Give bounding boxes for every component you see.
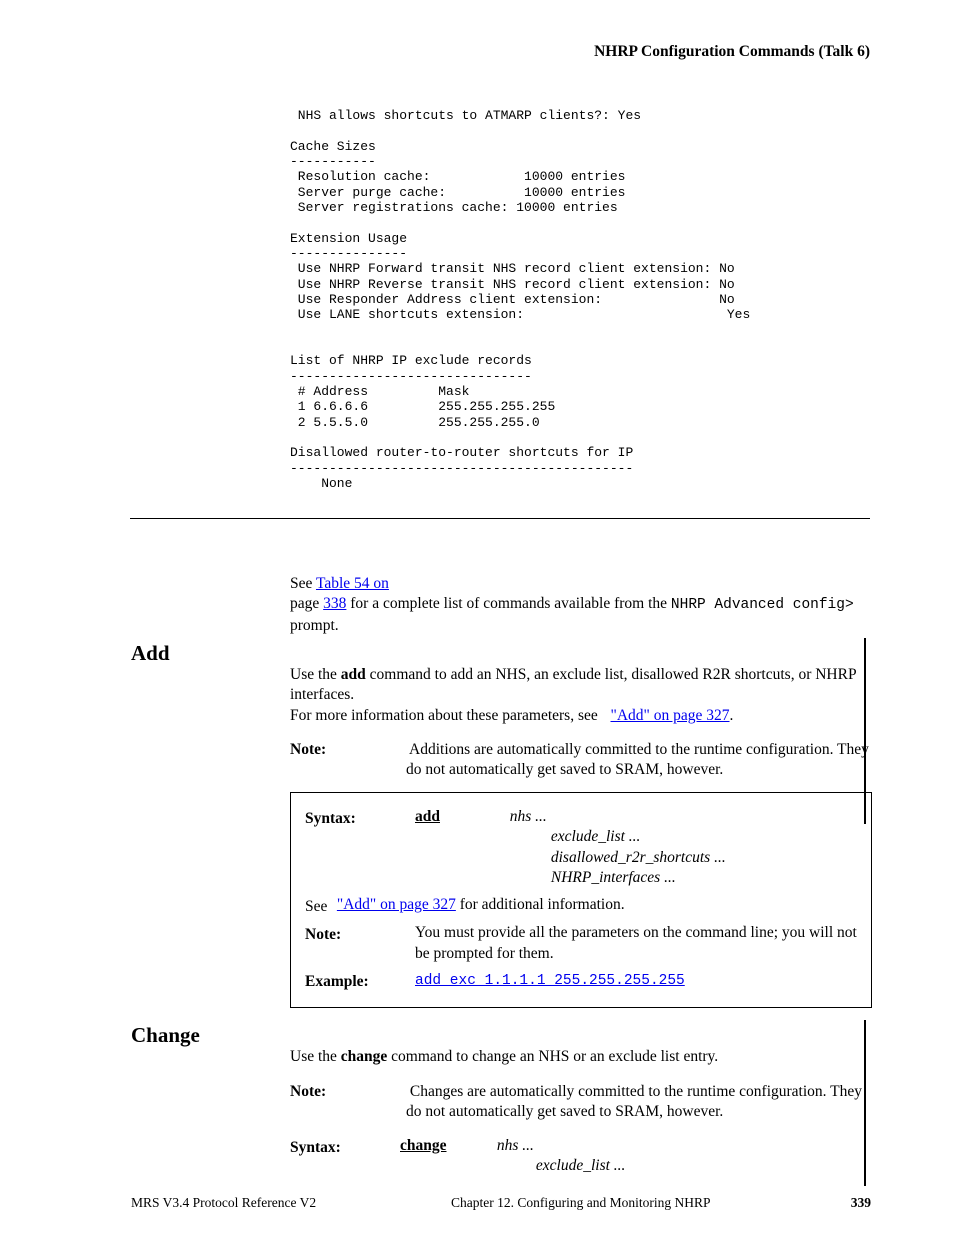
syntax-box-add: Syntax: add nhs ... exclude_list ... dis… <box>290 792 872 1008</box>
opt-interfaces: NHRP_interfaces ... <box>551 869 676 886</box>
opt-r2r: disallowed_r2r_shortcuts ... <box>551 849 726 866</box>
text: See <box>290 575 316 592</box>
note-label: Note: <box>290 741 326 758</box>
syntax-line-change: Syntax: change nhs ... exclude_list ... <box>290 1136 870 1183</box>
footer-page: 339 <box>851 1194 871 1212</box>
link-table54[interactable]: Table 54 on <box>316 575 389 592</box>
intro-paragraph: See Table 54 on page 338 for a complete … <box>290 574 870 636</box>
link-add-327[interactable]: "Add" on page 327 <box>611 707 730 724</box>
change-paragraph: Use the change command to change an NHS … <box>290 1047 870 1067</box>
link-page-338[interactable]: 338 <box>323 595 346 612</box>
footer-center: Chapter 12. Configuring and Monitoring N… <box>451 1194 711 1212</box>
text: page <box>290 595 323 612</box>
text: prompt. <box>290 617 339 634</box>
cmd-add: add <box>415 808 440 825</box>
label-note: Note: <box>305 923 415 945</box>
rule <box>130 518 870 519</box>
terminal-output: NHS allows shortcuts to ATMARP clients?:… <box>290 108 750 491</box>
opt-exclude: exclude_list ... <box>536 1157 626 1174</box>
cmd-change: change <box>341 1048 388 1065</box>
note-text: Changes are automatically committed to t… <box>406 1083 862 1120</box>
link-add-327-b[interactable]: "Add" on page 327 <box>337 896 456 913</box>
note-text: You must provide all the parameters on t… <box>415 924 857 961</box>
label-syntax: Syntax: <box>290 1136 400 1158</box>
text: For more information about these paramet… <box>290 707 598 724</box>
opt-nhs: nhs ... <box>497 1137 534 1154</box>
text: command to change an NHS or an exclude l… <box>387 1048 718 1065</box>
revision-bars <box>812 0 840 1235</box>
text: command to add an NHS, an exclude list, … <box>290 666 856 703</box>
heading-change: Change <box>131 1022 200 1050</box>
opt-nhs: nhs ... <box>510 808 547 825</box>
text: Use the <box>290 1048 341 1065</box>
text: Use the <box>290 666 341 683</box>
cmd-add: add <box>341 666 366 683</box>
label-syntax: Syntax: <box>305 807 415 829</box>
heading-add: Add <box>131 640 170 668</box>
note-block-2: Note: Changes are automatically committe… <box>290 1082 870 1123</box>
text: . <box>729 707 733 724</box>
text: for additional information. <box>456 896 625 913</box>
note-label: Note: <box>290 1083 326 1100</box>
label-example: Example: <box>305 970 415 992</box>
note-block: Note: Additions are automatically commit… <box>290 740 870 781</box>
cmd-change: change <box>400 1137 447 1154</box>
text: for a complete list of commands availabl… <box>346 595 671 612</box>
footer: MRS V3.4 Protocol Reference V2 Chapter 1… <box>131 1194 871 1212</box>
footer-left: MRS V3.4 Protocol Reference V2 <box>131 1195 316 1210</box>
example-link[interactable]: add exc 1.1.1.1 255.255.255.255 <box>415 973 685 989</box>
add-paragraph: Use the add command to add an NHS, an ex… <box>290 665 870 726</box>
note-text: Additions are automatically committed to… <box>406 741 869 778</box>
opt-exclude: exclude_list ... <box>551 828 641 845</box>
